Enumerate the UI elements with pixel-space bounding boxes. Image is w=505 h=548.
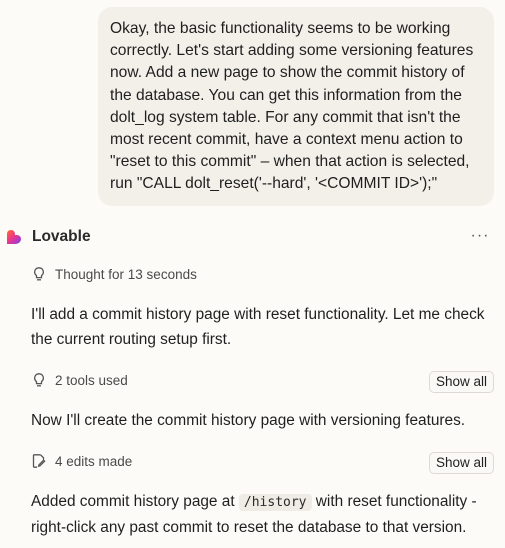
- tools-show-all-button[interactable]: Show all: [428, 371, 494, 393]
- history-route-code: /history: [238, 494, 312, 511]
- user-message-text: Okay, the basic functionality seems to b…: [110, 20, 474, 193]
- user-message-bubble: Okay, the basic functionality seems to b…: [98, 7, 494, 206]
- paragraph-2-text: Now I'll create the commit history page …: [31, 412, 466, 429]
- tools-used-indicator[interactable]: 2 tools used: [31, 372, 128, 388]
- thought-indicator[interactable]: Thought for 13 seconds: [31, 266, 197, 282]
- edit-file-icon: [31, 453, 47, 469]
- lovable-logo-icon: [7, 230, 21, 244]
- tools-used-label: 2 tools used: [55, 372, 128, 388]
- ellipsis-icon: ···: [470, 227, 490, 244]
- edits-made-indicator[interactable]: 4 edits made: [31, 453, 132, 469]
- assistant-header: Lovable ···: [6, 224, 500, 250]
- thought-label: Thought for 13 seconds: [55, 266, 197, 282]
- assistant-final-paragraph: Added commit history page at /history wi…: [31, 489, 496, 540]
- assistant-paragraph-2: Now I'll create the commit history page …: [31, 408, 496, 433]
- assistant-paragraph-1: I'll add a commit history page with rese…: [31, 302, 496, 352]
- lightbulb-icon: [31, 266, 47, 282]
- edits-show-all-button[interactable]: Show all: [428, 452, 494, 474]
- lightbulb-icon: [31, 372, 47, 388]
- final-prefix: Added commit history page at: [31, 493, 235, 510]
- edits-made-label: 4 edits made: [55, 453, 133, 469]
- assistant-name: Lovable: [32, 228, 91, 245]
- paragraph-1-text: I'll add a commit history page with rese…: [31, 306, 485, 348]
- more-options-button[interactable]: ···: [471, 227, 489, 245]
